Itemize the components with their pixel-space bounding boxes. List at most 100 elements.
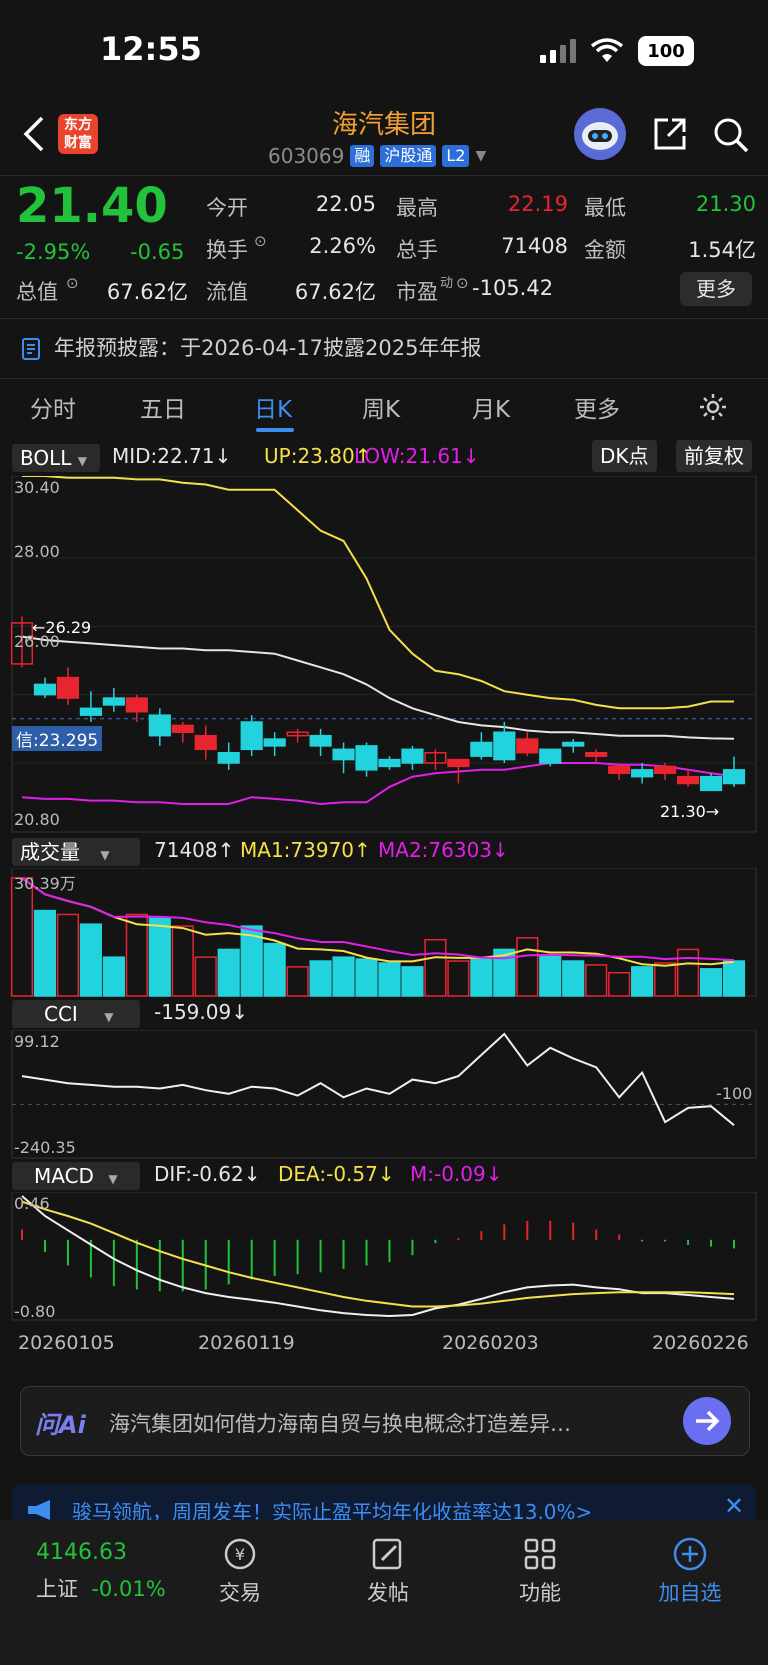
boll-y-top: 30.40 [14, 478, 60, 497]
share-icon[interactable] [652, 116, 688, 152]
boll-y-bottom: 20.80 [14, 810, 60, 829]
open-value: 22.05 [315, 192, 376, 216]
report-icon [22, 338, 40, 360]
last-price: 21.40 [16, 178, 168, 234]
volume-bar [171, 925, 194, 997]
cci-selector[interactable]: CCI ▼ [12, 1000, 140, 1028]
candle-body [79, 707, 102, 716]
signal-icon [540, 39, 576, 63]
volume-y-top: 30.39万 [14, 874, 76, 893]
volume-name: 成交量 [20, 840, 80, 864]
candle-body [309, 734, 332, 747]
nav-functions[interactable]: 功能 [512, 1536, 568, 1607]
dk-button[interactable]: DK点 [592, 440, 657, 472]
ai-send-button[interactable] [683, 1397, 731, 1445]
pe-label: 市盈 [396, 280, 438, 304]
volume-chart [10, 868, 757, 997]
stock-subtitle[interactable]: 603069 融 沪股通 L2 ▼ [268, 144, 486, 168]
date-label: 20260119 [198, 1332, 295, 1354]
nav-post-label: 发帖 [367, 1581, 409, 1605]
low-value: 21.30 [695, 192, 756, 216]
adjust-button[interactable]: 前复权 [676, 440, 752, 472]
tab-more[interactable]: 更多 [574, 390, 620, 424]
tab-weekly-k[interactable]: 周K [362, 390, 400, 424]
volume-ma1: MA1:73970↑ [240, 838, 371, 862]
tab-monthly-k[interactable]: 月K [472, 390, 510, 424]
candle-body [102, 697, 125, 706]
ai-question-bar[interactable]: 问Ai 海汽集团如何借力海南自贸与换电概念打造差异… [20, 1386, 750, 1456]
crosshair-price: 信:23.295 [12, 726, 103, 751]
volume-bar [10, 877, 34, 997]
assistant-avatar-icon[interactable] [574, 108, 626, 160]
macd-name: MACD [34, 1164, 94, 1188]
status-time: 12:55 [100, 30, 202, 68]
battery-level: 100 [647, 40, 685, 62]
macd-selector[interactable]: MACD ▼ [12, 1162, 140, 1190]
candle-body [56, 676, 80, 699]
pe-sup: 动 [440, 276, 454, 291]
macd-dea: DEA:-0.57↓ [278, 1162, 395, 1186]
kline-frame [11, 476, 757, 833]
close-icon[interactable]: ✕ [724, 1492, 744, 1520]
candle-body [332, 748, 355, 761]
stock-code: 603069 [268, 144, 345, 168]
volume-bar [56, 913, 80, 997]
connect-tag: 沪股通 [380, 145, 437, 167]
volume-bar [332, 956, 355, 997]
cci-chart [11, 1030, 757, 1159]
boll-selector[interactable]: BOLL ▼ [12, 444, 100, 472]
info-icon[interactable]: ⊙ [456, 274, 469, 292]
date-label: 20260226 [652, 1332, 749, 1354]
volume-bar [194, 956, 217, 997]
settings-icon[interactable] [698, 392, 728, 422]
more-button[interactable]: 更多 [680, 272, 752, 306]
candle-body [470, 741, 493, 757]
tab-intraday[interactable]: 分时 [30, 390, 76, 424]
nav-post[interactable]: 发帖 [360, 1536, 416, 1607]
cci-y-bottom: -240.35 [14, 1138, 76, 1157]
candle-body [654, 765, 677, 774]
kline-chart[interactable] [0, 476, 768, 836]
macd-frame [11, 1192, 757, 1321]
candle-body [194, 734, 217, 751]
info-icon[interactable]: ⊙ [254, 232, 267, 250]
macd-y-top: 0.46 [14, 1194, 50, 1213]
boll-mid: MID:22.71↓ [112, 444, 232, 468]
index-value: 4146.63 [36, 1540, 127, 1565]
nav-add-watchlist[interactable]: 加自选 [650, 1536, 730, 1607]
volume-selector[interactable]: 成交量 ▼ [12, 838, 140, 866]
mktcap-value: 67.62亿 [106, 280, 188, 304]
candle-body [148, 714, 171, 737]
boll-name: BOLL [20, 446, 72, 470]
volume-bar [148, 917, 171, 997]
volume-ma2-line [21, 877, 735, 962]
volume-bar [424, 938, 447, 997]
volume-value: 71408 [501, 234, 568, 258]
nav-trade[interactable]: ¥ 交易 [212, 1536, 268, 1607]
volume-bar [263, 942, 286, 997]
candle-body [125, 697, 148, 713]
candle-body [217, 752, 240, 764]
volume-bar [355, 958, 378, 997]
index-name: 上证 [36, 1577, 78, 1601]
search-icon[interactable] [712, 116, 750, 154]
tab-daily-k[interactable]: 日K [254, 390, 292, 424]
index-ticker[interactable]: 4146.63 上证 -0.01% [36, 1540, 166, 1603]
candle-body [401, 748, 424, 764]
candle-body [608, 765, 631, 774]
notice-bar[interactable]: 年报预披露：于2026-04-17披露2025年年报 [0, 320, 768, 376]
volume-ma2: MA2:76303↓ [378, 838, 509, 862]
candle-body [585, 752, 608, 757]
volume-bar [401, 966, 424, 997]
boll-up-line [22, 476, 734, 710]
info-icon[interactable]: ⊙ [66, 274, 79, 292]
tab-five-day[interactable]: 五日 [140, 390, 186, 424]
volume-label: 总手 [396, 238, 438, 262]
header-divider [0, 175, 768, 176]
volume-current: 71408↑ [154, 838, 235, 862]
cci-name: CCI [44, 1002, 78, 1026]
candle-body [263, 738, 286, 747]
nav-trade-label: 交易 [219, 1581, 261, 1605]
candle-body [378, 758, 401, 768]
volume-bar [608, 971, 631, 997]
